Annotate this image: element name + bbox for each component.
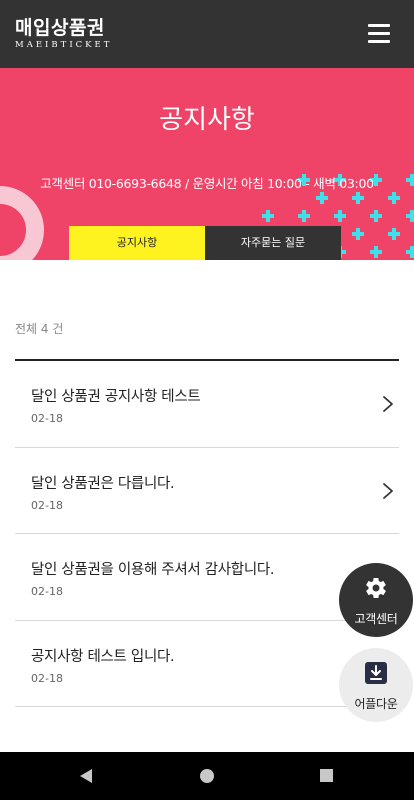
recents-square-icon[interactable] (319, 768, 334, 783)
download-icon (365, 662, 387, 684)
back-triangle-icon[interactable] (78, 768, 94, 784)
total-count: 전체 4 건 (15, 322, 64, 336)
notice-list: 달인 상품권 공지사항 테스트 02-18 달인 상품권은 다릅니다. 02-1… (15, 361, 399, 707)
chevron-right-icon (383, 396, 393, 412)
android-nav-bar (0, 752, 414, 800)
decorative-cross (316, 192, 328, 204)
decorative-ring (0, 186, 44, 260)
logo-main-text: 매입상품권 (15, 17, 105, 39)
list-item[interactable]: 달인 상품권은 다릅니다. 02-18 (15, 448, 399, 534)
item-title: 달인 상품권을 이용해 주셔서 감사합니다. (31, 562, 275, 578)
decorative-cross (388, 192, 400, 204)
decorative-cross (262, 210, 274, 222)
decorative-cross (370, 210, 382, 222)
decorative-cross (352, 192, 364, 204)
tab-faq[interactable]: 자주묻는 질문 (205, 226, 341, 260)
page-title: 공지사항 (159, 105, 255, 135)
item-date: 02-18 (31, 412, 63, 425)
list-item[interactable]: 달인 상품권 공지사항 테스트 02-18 (15, 361, 399, 448)
item-title: 달인 상품권은 다릅니다. (31, 475, 175, 492)
decorative-cross (352, 228, 364, 240)
app-download-label: 어플다운 (354, 697, 398, 711)
decorative-cross (298, 210, 310, 222)
decorative-cross (370, 246, 382, 258)
item-title: 달인 상품권 공지사항 테스트 (31, 389, 201, 405)
hamburger-menu-icon[interactable] (368, 24, 390, 44)
app-download-fab-button[interactable]: 어플다운 (339, 648, 413, 722)
item-title: 공지사항 테스트 입니다. (31, 648, 175, 665)
gear-icon (366, 578, 386, 599)
support-fab-button[interactable]: 고객센터 (339, 563, 413, 637)
decorative-cross (406, 210, 414, 222)
item-date: 02-18 (31, 671, 63, 685)
logo[interactable]: 매입상품권 MAEIBTICKET (15, 17, 112, 50)
home-circle-icon[interactable] (199, 768, 215, 784)
decorative-cross (334, 210, 346, 222)
chevron-right-icon (383, 482, 393, 499)
item-date: 02-18 (31, 498, 63, 512)
logo-sub-text: MAEIBTICKET (15, 40, 113, 50)
decorative-cross (388, 228, 400, 240)
notice-banner: 공지사항 고객센터 010-6693-6648 / 운영시간 아침 10:00 … (0, 68, 414, 260)
item-date: 02-18 (31, 585, 63, 598)
support-info: 고객센터 010-6693-6648 / 운영시간 아침 10:00 - 새벽 … (40, 176, 374, 191)
decorative-cross (406, 246, 414, 258)
app-header: 매입상품권 MAEIBTICKET (0, 0, 414, 68)
support-label: 고객센터 (354, 612, 398, 626)
tab-notice[interactable]: 공지사항 (69, 226, 205, 260)
